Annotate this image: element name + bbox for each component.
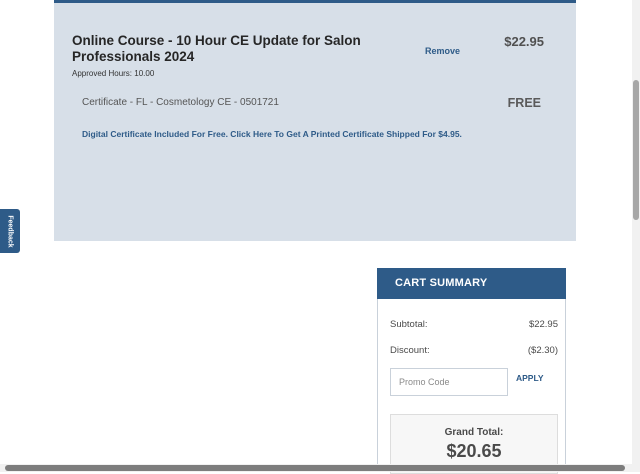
cart-item-panel: Online Course - 10 Hour CE Update for Sa… xyxy=(54,0,576,241)
subtotal-row: Subtotal: $22.95 xyxy=(390,319,558,330)
feedback-tab[interactable]: Feedback xyxy=(0,209,20,253)
apply-button[interactable]: APPLY xyxy=(516,373,544,383)
printed-certificate-link[interactable]: Digital Certificate Included For Free. C… xyxy=(82,129,462,139)
remove-link[interactable]: Remove xyxy=(425,46,460,56)
course-price: $22.95 xyxy=(504,34,544,49)
grand-total-label: Grand Total: xyxy=(444,427,504,438)
panel-top-border xyxy=(54,0,576,3)
subtotal-label: Subtotal: xyxy=(390,319,428,330)
approved-hours: Approved Hours: 10.00 xyxy=(72,69,155,78)
discount-label: Discount: xyxy=(390,345,430,356)
certificate-price: FREE xyxy=(507,96,541,110)
subtotal-value: $22.95 xyxy=(528,319,558,330)
grand-total-value: $20.65 xyxy=(446,441,502,461)
horizontal-scroll-thumb[interactable] xyxy=(5,465,625,471)
promo-code-input[interactable] xyxy=(390,368,508,396)
cart-summary-header: CART SUMMARY xyxy=(377,268,566,299)
discount-value: ($2.30) xyxy=(527,345,558,356)
feedback-label: Feedback xyxy=(6,214,14,248)
vertical-scroll-thumb[interactable] xyxy=(633,80,639,220)
discount-row: Discount: ($2.30) xyxy=(390,345,558,356)
course-title: Online Course - 10 Hour CE Update for Sa… xyxy=(72,33,361,64)
vertical-scrollbar[interactable] xyxy=(632,0,640,464)
cart-summary: CART SUMMARY Subtotal: $22.95 Discount: … xyxy=(377,268,566,474)
certificate-line: Certificate - FL - Cosmetology CE - 0501… xyxy=(82,97,279,108)
horizontal-scrollbar[interactable] xyxy=(0,464,640,472)
